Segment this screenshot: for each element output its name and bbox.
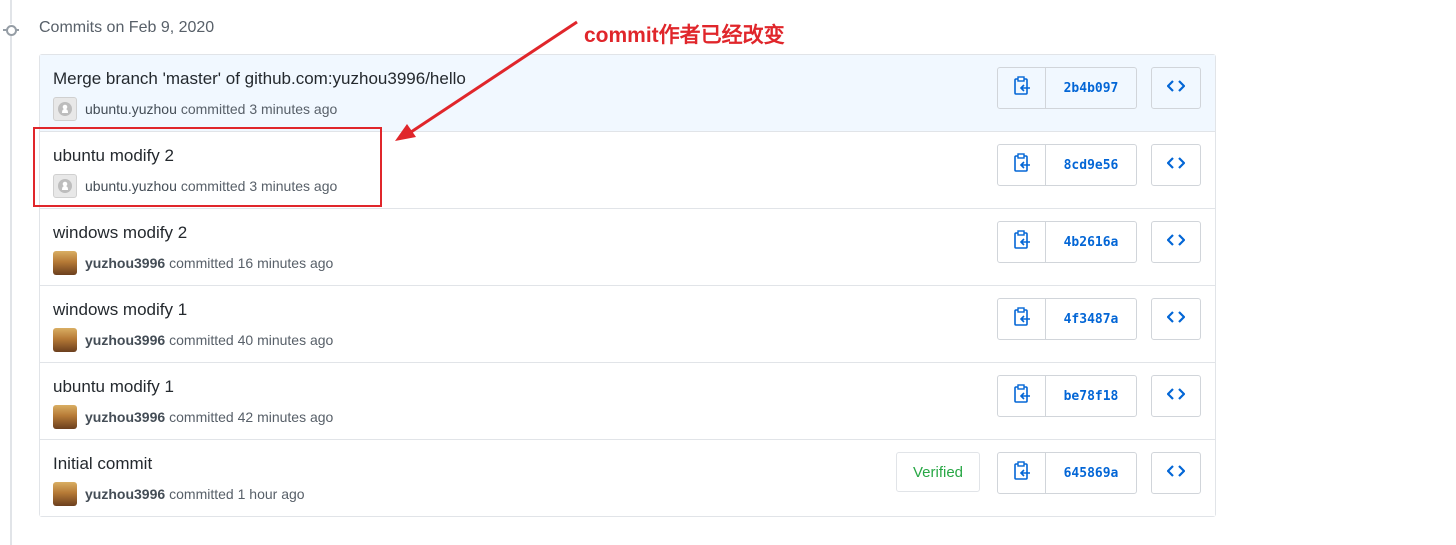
annotation-arrow bbox=[395, 20, 578, 141]
annotation-text: commit作者已经改变 bbox=[584, 24, 785, 47]
